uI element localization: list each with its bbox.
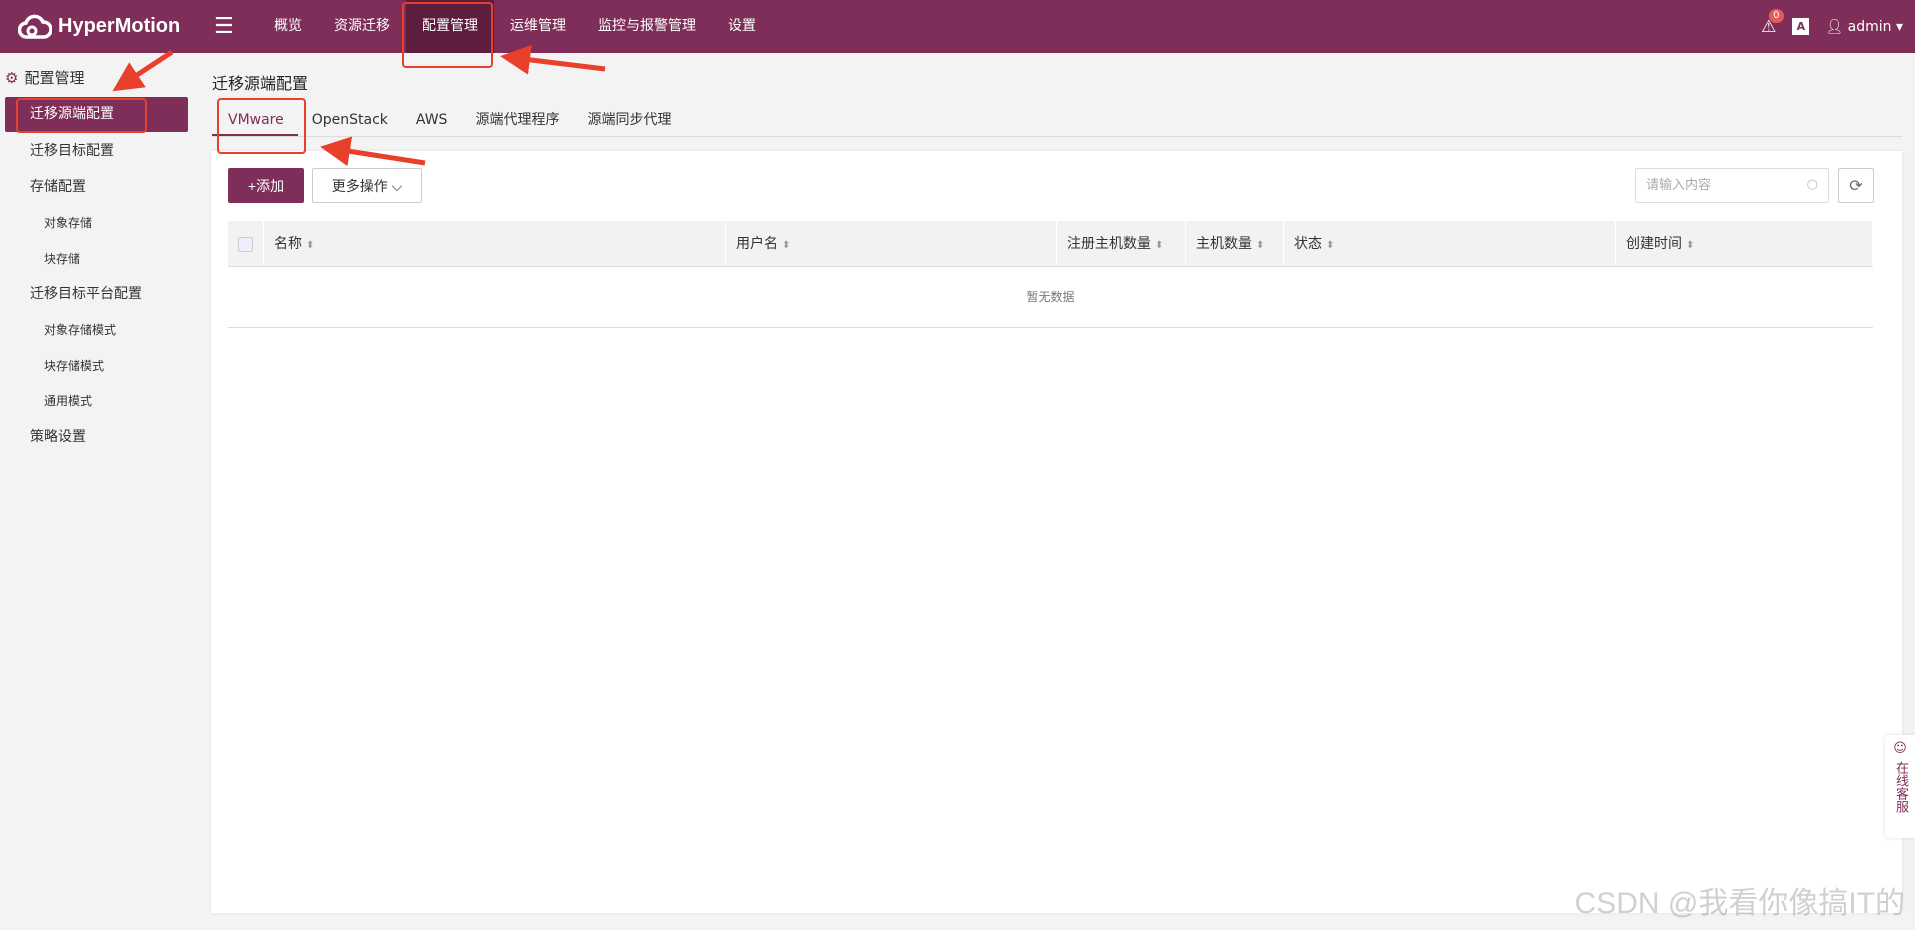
language-icon[interactable]: A [1792, 18, 1810, 35]
sidebar-item-object-storage[interactable]: 对象存储 [5, 206, 188, 241]
data-table: 名称 ⬍ 用户名 ⬍ 注册主机数量 ⬍ 主机数量 ⬍ 状态 ⬍ 创建时间 ⬍ 暂无数据 [228, 221, 1873, 328]
more-actions-button[interactable]: 更多操作 ⌵ [312, 168, 422, 203]
col-registered-hosts[interactable]: 注册主机数量 ⬍ [1057, 221, 1186, 266]
nav-settings[interactable]: 设置 [712, 0, 772, 53]
sidebar: ⚙ 配置管理 迁移源端配置 迁移目标配置 存储配置 对象存储 块存储 迁移目标平台… [0, 53, 205, 930]
sidebar-title-label: 配置管理 [24, 69, 85, 87]
sidebar-item-target-config[interactable]: 迁移目标配置 [5, 134, 188, 169]
col-label: 创建时间 [1626, 236, 1682, 252]
tab-openstack[interactable]: OpenStack [298, 104, 402, 136]
watermark: CSDN @我看你像搞IT的 [1574, 887, 1905, 920]
sidebar-item-general-mode[interactable]: 通用模式 [5, 384, 188, 419]
sidebar-title: ⚙ 配置管理 [5, 67, 84, 88]
top-nav: 概览 资源迁移 配置管理 运维管理 监控与报警管理 设置 [258, 0, 772, 53]
menu-toggle-icon[interactable]: ☰ [214, 14, 254, 39]
col-hosts[interactable]: 主机数量 ⬍ [1186, 221, 1284, 266]
online-service-label: 在线客服 [1893, 761, 1908, 813]
brand-name: HyperMotion [58, 15, 181, 37]
top-header: HyperMotion ☰ 概览 资源迁移 配置管理 运维管理 监控与报警管理 … [0, 0, 1915, 53]
user-menu[interactable]: 👤︎ admin ▾ [1825, 19, 1903, 35]
col-label: 注册主机数量 [1067, 236, 1151, 252]
sidebar-item-source-config[interactable]: 迁移源端配置 [5, 97, 188, 132]
search-icon[interactable]: ○ [1807, 177, 1818, 192]
sort-icon: ⬍ [306, 240, 315, 251]
sort-icon: ⬍ [1256, 240, 1265, 251]
col-created[interactable]: 创建时间 ⬍ [1616, 221, 1873, 266]
online-service-button[interactable]: ☺ 在线客服 [1885, 735, 1915, 838]
sort-icon: ⬍ [782, 240, 791, 251]
tab-source-agent[interactable]: 源端代理程序 [461, 104, 573, 136]
arrow-to-nav [500, 44, 606, 75]
col-label: 名称 [274, 236, 302, 252]
search-box: ○ [1635, 168, 1829, 203]
sidebar-item-object-mode[interactable]: 对象存储模式 [5, 313, 188, 348]
tab-vmware[interactable]: VMware [212, 104, 298, 136]
tab-source-sync-agent[interactable]: 源端同步代理 [573, 104, 685, 136]
nav-ops[interactable]: 运维管理 [494, 0, 582, 53]
alert-button[interactable]: ⚠ 0 [1761, 8, 1784, 37]
col-label: 主机数量 [1196, 236, 1252, 252]
nav-overview[interactable]: 概览 [258, 0, 318, 53]
sidebar-item-storage-config[interactable]: 存储配置 [5, 170, 188, 205]
alert-badge: 0 [1769, 8, 1784, 23]
sidebar-item-block-mode[interactable]: 块存储模式 [5, 349, 188, 384]
brand-logo[interactable]: HyperMotion [18, 13, 210, 41]
cloud-logo-icon [18, 14, 52, 39]
select-all-cell [228, 221, 264, 266]
col-name[interactable]: 名称 ⬍ [264, 221, 726, 266]
tab-bar: VMware OpenStack AWS 源端代理程序 源端同步代理 [212, 104, 1902, 137]
nav-monitor[interactable]: 监控与报警管理 [582, 0, 712, 53]
table-header: 名称 ⬍ 用户名 ⬍ 注册主机数量 ⬍ 主机数量 ⬍ 状态 ⬍ 创建时间 ⬍ [228, 221, 1873, 267]
empty-state: 暂无数据 [228, 267, 1873, 328]
content-card: +添加 更多操作 ⌵ ○ ⟳ 名称 ⬍ 用户名 ⬍ 注册主机数量 ⬍ 主机数量 ⬍ 状态… [211, 151, 1902, 913]
sidebar-item-policy[interactable]: 策略设置 [5, 420, 188, 455]
nav-migration[interactable]: 资源迁移 [318, 0, 406, 53]
col-username[interactable]: 用户名 ⬍ [726, 221, 1057, 266]
select-all-checkbox[interactable] [238, 236, 253, 252]
refresh-button[interactable]: ⟳ [1838, 168, 1874, 203]
col-label: 状态 [1294, 236, 1322, 252]
col-status[interactable]: 状态 ⬍ [1284, 221, 1616, 266]
sort-icon: ⬍ [1686, 240, 1695, 251]
sidebar-item-block-storage[interactable]: 块存储 [5, 242, 188, 277]
add-button[interactable]: +添加 [228, 168, 304, 203]
caret-down-icon: ▾ [1895, 18, 1903, 35]
user-name: admin [1847, 18, 1892, 35]
col-label: 用户名 [736, 236, 778, 252]
sidebar-item-target-platform[interactable]: 迁移目标平台配置 [5, 277, 188, 312]
nav-config[interactable]: 配置管理 [406, 0, 494, 53]
search-input[interactable] [1636, 169, 1796, 202]
gear-icon: ⚙ [5, 68, 19, 87]
tab-aws[interactable]: AWS [402, 104, 462, 136]
sort-icon: ⬍ [1155, 240, 1164, 251]
headset-icon: ☺ [1893, 741, 1907, 756]
user-icon: 👤︎ [1825, 18, 1844, 35]
refresh-icon: ⟳ [1849, 177, 1863, 195]
sort-icon: ⬍ [1326, 240, 1335, 251]
page-title: 迁移源端配置 [212, 74, 309, 93]
